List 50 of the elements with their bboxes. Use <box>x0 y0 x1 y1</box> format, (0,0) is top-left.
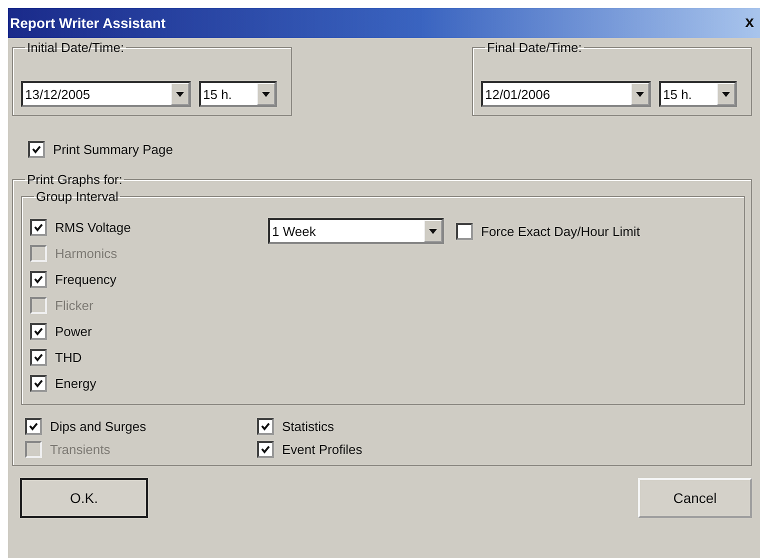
checkbox-label: Print Summary Page <box>53 142 173 156</box>
dropdown-arrow-icon <box>636 92 644 96</box>
check-icon <box>29 422 38 431</box>
dropdown-field[interactable]: 15 h. <box>199 81 277 107</box>
checkbox-label: Force Exact Day/Hour Limit <box>481 224 640 238</box>
checkbox-label: Frequency <box>55 272 116 286</box>
dropdown-arrow-icon <box>176 92 184 96</box>
checkbox[interactable] <box>30 348 47 366</box>
checkbox-label: Dips and Surges <box>50 419 146 434</box>
dropdown-field[interactable]: 15 h. <box>659 81 737 107</box>
checkbox-label: Statistics <box>282 419 334 434</box>
dropdown-field[interactable]: 1 Week <box>268 218 444 244</box>
dropdown-arrow-icon <box>722 92 730 96</box>
check-icon <box>34 378 43 388</box>
checkbox-label: Harmonics <box>55 246 118 260</box>
check-icon <box>34 326 43 336</box>
dropdown-arrow-icon <box>262 92 270 96</box>
checkbox[interactable] <box>456 222 473 240</box>
checkbox-label: RMS Voltage <box>55 220 131 234</box>
dropdown-field[interactable]: 12/01/2006 <box>481 81 651 107</box>
group-label: Print Graphs for: <box>26 172 124 187</box>
group-label: Final Date/Time: <box>486 40 583 55</box>
checkbox[interactable] <box>28 140 45 158</box>
check-icon <box>34 352 43 362</box>
checkbox[interactable] <box>257 418 274 435</box>
cancel-button[interactable]: Cancel <box>638 478 752 518</box>
checkbox-label: Energy <box>55 376 96 390</box>
check-icon <box>261 445 270 454</box>
checkbox[interactable] <box>30 322 47 340</box>
ok-button[interactable]: O.K. <box>20 478 148 518</box>
check-icon <box>34 222 43 232</box>
checkbox-label: THD <box>55 350 82 364</box>
group-label: Group Interval <box>35 189 120 204</box>
dropdown-arrow-icon <box>429 228 437 234</box>
checkbox-label: Transients <box>50 442 110 457</box>
checkbox[interactable] <box>30 374 47 392</box>
checkbox[interactable] <box>30 270 47 288</box>
group-label: Initial Date/Time: <box>26 40 126 55</box>
window-title: Report Writer Assistant <box>10 15 166 31</box>
checkbox[interactable] <box>30 218 47 236</box>
check-icon <box>261 422 270 431</box>
check-icon <box>34 274 43 284</box>
checkbox[interactable] <box>257 441 274 458</box>
close-button[interactable]: x <box>743 14 756 32</box>
checkbox[interactable] <box>25 418 42 435</box>
dropdown-field[interactable]: 13/12/2005 <box>21 81 191 107</box>
checkbox-label: Power <box>55 324 92 338</box>
checkbox-label: Flicker <box>55 298 94 312</box>
check-icon <box>32 144 41 154</box>
checkbox-label: Event Profiles <box>282 442 362 457</box>
